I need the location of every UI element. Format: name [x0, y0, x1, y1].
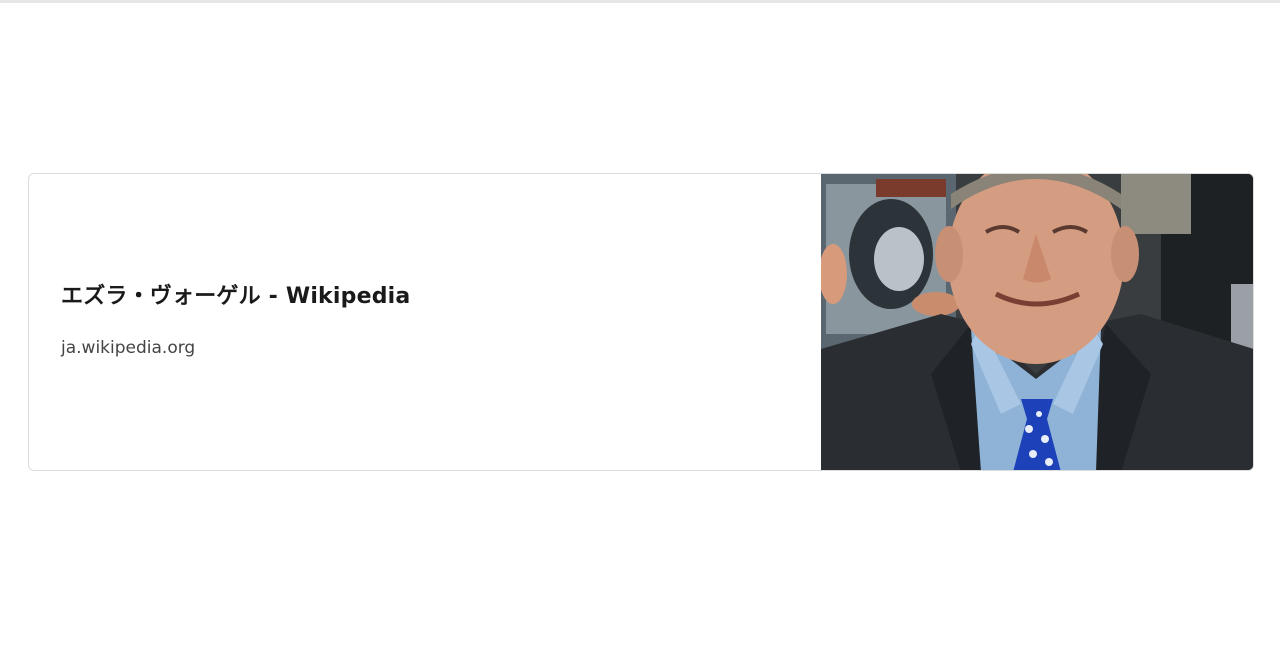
portrait-photo [820, 174, 1253, 470]
link-preview-card[interactable]: エズラ・ヴォーゲル - Wikipedia ja.wikipedia.org [28, 173, 1254, 471]
card-domain: ja.wikipedia.org [61, 338, 196, 358]
card-thumbnail-image[interactable] [820, 174, 1253, 470]
card-title[interactable]: エズラ・ヴォーゲル - Wikipedia [61, 278, 821, 310]
top-border [0, 0, 1280, 3]
card-text-area[interactable]: エズラ・ヴォーゲル - Wikipedia ja.wikipedia.org [29, 174, 821, 470]
